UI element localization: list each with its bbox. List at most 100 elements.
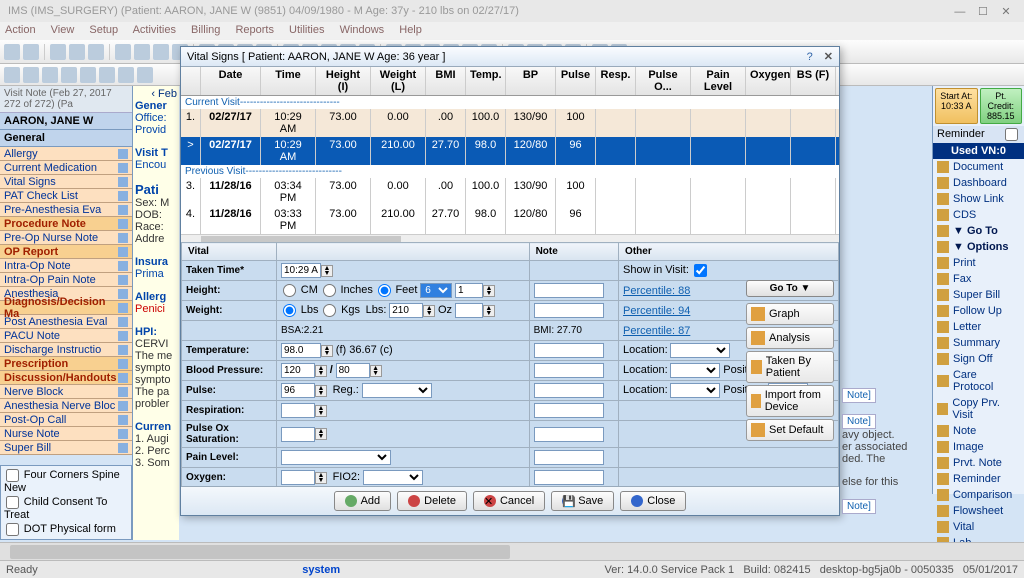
toolbar-icon[interactable] bbox=[118, 67, 134, 83]
help-icon[interactable]: ? bbox=[807, 51, 813, 63]
form-check[interactable]: DOT Physical form bbox=[3, 522, 129, 537]
delete-button[interactable]: Delete bbox=[397, 491, 467, 511]
pulse-input[interactable]: ▲▼ bbox=[281, 383, 327, 398]
nav-item[interactable]: Diagnosis/Decision Ma bbox=[0, 301, 132, 315]
nav-item[interactable]: Intra-Op Pain Note bbox=[0, 273, 132, 287]
temp-note[interactable] bbox=[534, 343, 604, 358]
right-item[interactable]: Flowsheet bbox=[933, 503, 1024, 519]
form-check[interactable]: Child Consent To Treat bbox=[3, 495, 129, 522]
nav-item[interactable]: Prescription bbox=[0, 357, 132, 371]
cancel-button[interactable]: ✕Cancel bbox=[473, 491, 545, 511]
bp-note[interactable] bbox=[534, 363, 604, 378]
percentile-link[interactable]: Percentile: 94 bbox=[623, 305, 690, 317]
import-device-button[interactable]: Import from Device bbox=[746, 385, 834, 417]
add-button[interactable]: Add bbox=[334, 491, 392, 511]
right-item[interactable]: Fax bbox=[933, 271, 1024, 287]
form-check[interactable]: Four Corners Spine New bbox=[3, 468, 129, 495]
save-button[interactable]: 💾Save bbox=[551, 491, 614, 511]
weight-input-group[interactable]: Lbs Kgs Lbs: ▲▼ Oz ▲▼ bbox=[277, 301, 530, 321]
toolbar-icon[interactable] bbox=[137, 67, 153, 83]
right-item[interactable]: Reminder bbox=[933, 471, 1024, 487]
goto-button[interactable]: Go To ▼ bbox=[746, 280, 834, 297]
bp-dia[interactable]: ▲▼ bbox=[336, 363, 382, 378]
weight-note[interactable] bbox=[534, 303, 604, 318]
right-item[interactable]: CDS bbox=[933, 207, 1024, 223]
pain-select[interactable] bbox=[281, 450, 391, 465]
bp-sys[interactable]: ▲▼ bbox=[281, 363, 327, 378]
toolbar-icon[interactable] bbox=[69, 44, 85, 60]
right-item[interactable]: Care Protocol bbox=[933, 367, 1024, 395]
right-item[interactable]: Document bbox=[933, 159, 1024, 175]
toolbar-icon[interactable] bbox=[115, 44, 131, 60]
nav-item[interactable]: Pre-Anesthesia Eva bbox=[0, 203, 132, 217]
start-chip[interactable]: Start At: 10:33 A bbox=[935, 88, 978, 124]
right-item[interactable]: Sign Off bbox=[933, 351, 1024, 367]
nav-item[interactable]: Procedure Note bbox=[0, 217, 132, 231]
show-in-visit-check[interactable]: Show in Visit: bbox=[623, 264, 709, 276]
toolbar-icon[interactable] bbox=[134, 44, 150, 60]
right-item[interactable]: Comparison bbox=[933, 487, 1024, 503]
menu-windows[interactable]: Windows bbox=[340, 24, 385, 36]
reminder-check[interactable] bbox=[1005, 128, 1018, 141]
toolbar-icon[interactable] bbox=[4, 67, 20, 83]
nav-item[interactable]: Nurse Note bbox=[0, 427, 132, 441]
feet-select[interactable]: 6 bbox=[420, 283, 452, 298]
pulse-note[interactable] bbox=[534, 383, 604, 398]
toolbar-icon[interactable] bbox=[4, 44, 20, 60]
right-item[interactable]: Image bbox=[933, 439, 1024, 455]
toolbar-icon[interactable] bbox=[42, 67, 58, 83]
toolbar-icon[interactable] bbox=[99, 67, 115, 83]
percentile-link[interactable]: Percentile: 88 bbox=[623, 285, 690, 297]
toolbar-icon[interactable] bbox=[23, 67, 39, 83]
nav-item[interactable]: Intra-Op Note bbox=[0, 259, 132, 273]
right-item[interactable]: Dashboard bbox=[933, 175, 1024, 191]
analysis-button[interactable]: Analysis bbox=[746, 327, 834, 349]
menu-utilities[interactable]: Utilities bbox=[289, 24, 324, 36]
right-item[interactable]: Super Bill bbox=[933, 287, 1024, 303]
right-item[interactable]: ▼ Go To bbox=[933, 223, 1024, 239]
pulseox-input[interactable]: ▲▼ bbox=[281, 427, 327, 442]
right-item[interactable]: Show Link bbox=[933, 191, 1024, 207]
right-item[interactable]: Prvt. Note bbox=[933, 455, 1024, 471]
toolbar-icon[interactable] bbox=[88, 44, 104, 60]
height-note[interactable] bbox=[534, 283, 604, 298]
bp-location[interactable] bbox=[670, 363, 720, 378]
toolbar-icon[interactable] bbox=[23, 44, 39, 60]
grid-row[interactable]: 4.11/28/1603:33 PM73.00210.0027.7098.012… bbox=[181, 206, 839, 234]
close-icon[interactable]: ✕ bbox=[996, 5, 1016, 18]
nav-item[interactable]: Discussion/Handouts bbox=[0, 371, 132, 385]
menu-activities[interactable]: Activities bbox=[133, 24, 176, 36]
right-item[interactable]: Copy Prv. Visit bbox=[933, 395, 1024, 423]
temp-input[interactable]: ▲▼ bbox=[281, 343, 333, 358]
nav-item[interactable]: Post-Op Call bbox=[0, 413, 132, 427]
toolbar-icon[interactable] bbox=[50, 44, 66, 60]
right-item[interactable]: Vital bbox=[933, 519, 1024, 535]
nav-item[interactable]: Super Bill bbox=[0, 441, 132, 455]
right-item[interactable]: Summary bbox=[933, 335, 1024, 351]
nav-item[interactable]: PAT Check List bbox=[0, 189, 132, 203]
menu-view[interactable]: View bbox=[51, 24, 75, 36]
resp-input[interactable]: ▲▼ bbox=[281, 403, 327, 418]
nav-item[interactable]: Discharge Instructio bbox=[0, 343, 132, 357]
grid-row[interactable]: 1.02/27/1710:29 AM73.000.00.00100.0130/9… bbox=[181, 109, 839, 137]
general-header[interactable]: General bbox=[0, 130, 132, 147]
nav-item[interactable]: OP Report bbox=[0, 245, 132, 259]
menu-help[interactable]: Help bbox=[399, 24, 422, 36]
right-item[interactable]: ▼ Options bbox=[933, 239, 1024, 255]
menu-billing[interactable]: Billing bbox=[191, 24, 220, 36]
close-button[interactable]: Close bbox=[620, 491, 686, 511]
graph-button[interactable]: Graph bbox=[746, 303, 834, 325]
menu-action[interactable]: Action bbox=[5, 24, 36, 36]
minimize-icon[interactable]: — bbox=[950, 6, 970, 18]
month-nav[interactable]: ‹ Feb bbox=[135, 88, 177, 100]
grid-row[interactable]: 3.11/28/1603:34 PM73.000.00.00100.0130/9… bbox=[181, 178, 839, 206]
nav-item[interactable]: Current Medication bbox=[0, 161, 132, 175]
taken-time-input[interactable]: ▲▼ bbox=[281, 263, 333, 278]
toolbar-icon[interactable] bbox=[61, 67, 77, 83]
nav-item[interactable]: Anesthesia Nerve Bloc bbox=[0, 399, 132, 413]
right-item[interactable]: Note bbox=[933, 423, 1024, 439]
toolbar-icon[interactable] bbox=[80, 67, 96, 83]
nav-item[interactable]: Allergy bbox=[0, 147, 132, 161]
grid-hscroll[interactable] bbox=[181, 234, 839, 242]
set-default-button[interactable]: Set Default bbox=[746, 419, 834, 441]
